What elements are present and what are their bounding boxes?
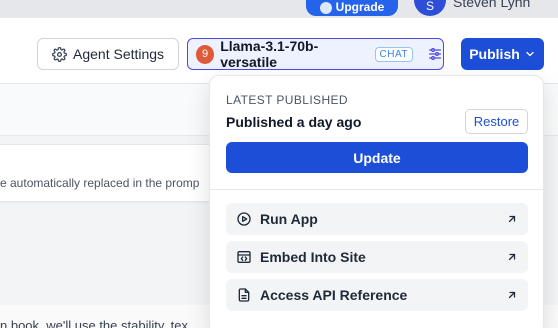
- publish-button[interactable]: Publish: [461, 38, 544, 70]
- user-name[interactable]: Steven Lynn: [453, 0, 530, 10]
- menu-item-label: Embed Into Site: [260, 249, 366, 265]
- arrow-up-right-icon: [506, 251, 518, 263]
- document-icon: [236, 287, 252, 303]
- model-name: Llama-3.1-70b-versatile: [220, 38, 319, 70]
- menu-divider: [210, 189, 543, 190]
- gear-icon: [52, 46, 67, 62]
- background-hint-text: e automatically replaced in the promp: [0, 176, 200, 190]
- model-provider-logo-icon: 9: [196, 44, 215, 64]
- publish-label: Publish: [469, 46, 520, 62]
- menu-item-access-api-reference[interactable]: Access API Reference: [226, 279, 528, 311]
- menu-item-run-app[interactable]: Run App: [226, 203, 528, 235]
- agent-settings-button[interactable]: Agent Settings: [37, 38, 179, 70]
- embed-icon: [236, 249, 252, 265]
- model-mode-badge: CHAT: [374, 46, 413, 62]
- background-card: [0, 144, 230, 202]
- arrow-up-right-icon: [506, 289, 518, 301]
- publish-status: Published a day ago: [226, 114, 362, 130]
- background-body-text: n book, we'll use the stability, tex: [0, 318, 188, 328]
- model-selector-button[interactable]: 9 Llama-3.1-70b-versatile CHAT: [187, 38, 444, 70]
- update-button[interactable]: Update: [226, 142, 528, 173]
- chevron-down-icon: [524, 48, 536, 60]
- agent-settings-label: Agent Settings: [73, 46, 165, 62]
- upgrade-button[interactable]: Upgrade: [306, 0, 398, 16]
- publish-dropdown-menu: LATEST PUBLISHED Published a day ago Res…: [209, 75, 544, 328]
- latest-published-label: LATEST PUBLISHED: [226, 93, 348, 107]
- play-circle-icon: [236, 211, 252, 227]
- arrow-up-right-icon: [506, 213, 518, 225]
- menu-item-label: Access API Reference: [260, 287, 408, 303]
- menu-item-embed-into-site[interactable]: Embed Into Site: [226, 241, 528, 273]
- sliders-icon[interactable]: [427, 46, 443, 62]
- upgrade-label: Upgrade: [335, 0, 385, 14]
- restore-button[interactable]: Restore: [465, 109, 528, 134]
- menu-item-label: Run App: [260, 211, 318, 227]
- upgrade-icon: [319, 2, 332, 14]
- user-avatar[interactable]: S: [414, 0, 446, 16]
- top-bar: Upgrade S Steven Lynn: [0, 0, 558, 18]
